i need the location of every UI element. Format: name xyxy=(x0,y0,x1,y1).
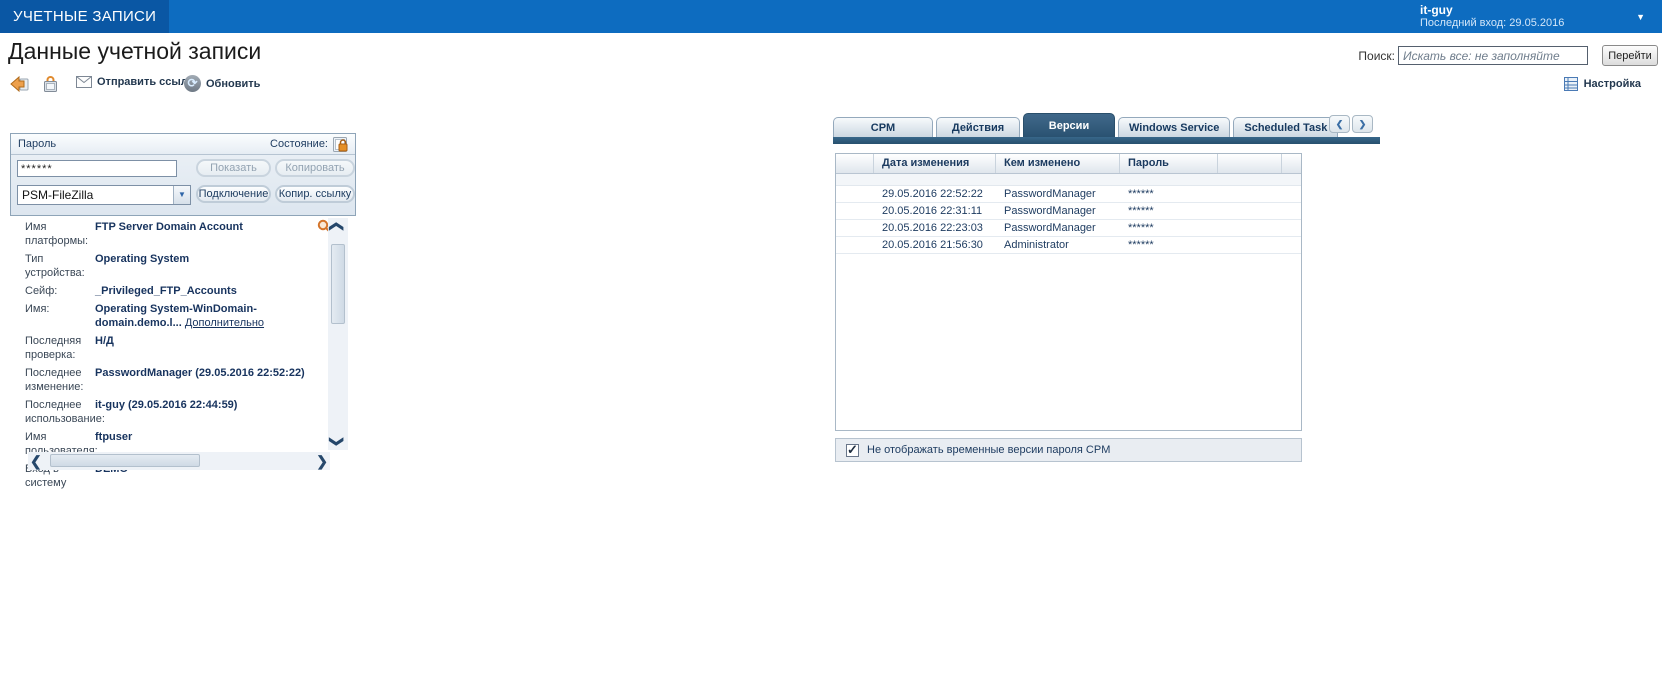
details-horizontal-scrollbar[interactable]: ❮ ❯ xyxy=(28,452,330,470)
detail-row-last-modified: Последнее изменение:PasswordManager (29.… xyxy=(25,367,305,393)
connection-select[interactable]: PSM-FileZilla ▼ xyxy=(17,185,191,205)
cpm-versions-filter: ✓ Не отображать временные версии пароля … xyxy=(835,438,1302,462)
settings-icon xyxy=(1563,77,1578,91)
top-navigation-bar: УЧЕТНЫЕ ЗАПИСИ it-guy Последний вход: 29… xyxy=(0,0,1662,33)
hide-temporary-versions-label: Не отображать временные версии пароля CP… xyxy=(867,444,1111,456)
send-link-button[interactable]: Отправить ссылку xyxy=(76,76,199,88)
scroll-right-icon[interactable]: ❯ xyxy=(316,453,328,470)
versions-table-header: Дата изменения Кем изменено Пароль xyxy=(836,154,1301,174)
back-button[interactable] xyxy=(10,76,29,93)
show-password-button[interactable]: Показать xyxy=(196,159,271,177)
account-details-list: Имя платформы:FTP Server Domain Account … xyxy=(10,218,331,492)
tab-versions[interactable]: Версии xyxy=(1023,113,1115,137)
copy-password-button[interactable]: Копировать xyxy=(275,159,355,177)
tabs-scroll-left-button[interactable]: ❮ xyxy=(1329,115,1350,133)
connect-button[interactable]: Подключение xyxy=(196,185,271,203)
header-cell-empty xyxy=(1218,154,1282,173)
version-row[interactable]: 20.05.2016 22:31:11 PasswordManager ****… xyxy=(836,203,1301,220)
header-cell-empty xyxy=(836,154,874,173)
home-button[interactable] xyxy=(42,76,59,93)
password-field[interactable] xyxy=(17,160,177,177)
detail-row-name: Имя: Operating System-WinDomain-domain.de… xyxy=(25,303,265,329)
vertical-scroll-thumb[interactable] xyxy=(331,244,345,324)
state-label: Состояние: xyxy=(270,138,328,150)
tab-cpm[interactable]: CPM xyxy=(833,117,933,137)
details-vertical-scrollbar[interactable]: ❮ ❯ xyxy=(328,218,348,450)
versions-table: Дата изменения Кем изменено Пароль 29.05… xyxy=(835,153,1302,431)
search-input[interactable] xyxy=(1398,46,1588,65)
user-menu[interactable]: it-guy Последний вход: 29.05.2016 xyxy=(1420,3,1564,30)
hide-temporary-versions-checkbox[interactable]: ✓ xyxy=(846,441,859,457)
active-tab-bar xyxy=(833,137,1380,144)
table-filter-strip xyxy=(836,174,1301,186)
header-cell-password[interactable]: Пароль xyxy=(1120,154,1218,173)
tab-actions[interactable]: Действия xyxy=(936,117,1020,137)
password-panel-title: Пароль xyxy=(18,138,57,150)
home-icon xyxy=(42,76,59,93)
refresh-button[interactable]: ⟳ Обновить xyxy=(184,75,260,92)
last-login-text: Последний вход: 29.05.2016 xyxy=(1420,17,1565,29)
horizontal-scroll-thumb[interactable] xyxy=(50,454,200,467)
state-locked-icon xyxy=(332,136,348,153)
tab-windows-service[interactable]: Windows Service xyxy=(1118,117,1231,137)
user-name: it-guy xyxy=(1420,3,1453,17)
section-title: УЧЕТНЫЕ ЗАПИСИ xyxy=(0,0,170,33)
connection-chevron-down-icon[interactable]: ▼ xyxy=(173,186,190,204)
page-title: Данные учетной записи xyxy=(8,38,262,64)
password-panel: Пароль Состояние: Показать Копировать PS… xyxy=(10,133,356,216)
header-cell-by[interactable]: Кем изменено xyxy=(996,154,1120,173)
refresh-label: Обновить xyxy=(206,77,261,90)
tab-strip: CPM Действия Версии Windows Service Sche… xyxy=(833,113,1380,137)
envelope-icon xyxy=(76,76,92,88)
detail-row-last-verified: Последняя проверка:Н/Д xyxy=(25,335,114,361)
checkbox-check-icon: ✓ xyxy=(847,441,858,457)
scroll-up-icon[interactable]: ❮ xyxy=(328,221,345,233)
detail-row-safe: Сейф: _Privileged_FTP_Accounts xyxy=(25,285,237,297)
scroll-down-icon[interactable]: ❯ xyxy=(328,436,345,448)
connection-selected-value: PSM-FileZilla xyxy=(22,188,94,202)
detail-row-platform: Имя платформы:FTP Server Domain Account xyxy=(25,221,243,247)
account-tabs-panel: CPM Действия Версии Windows Service Sche… xyxy=(833,113,1380,462)
version-row[interactable]: 20.05.2016 22:23:03 PasswordManager ****… xyxy=(836,220,1301,237)
search-go-button[interactable]: Перейти xyxy=(1602,45,1658,66)
user-menu-chevron-down-icon[interactable]: ▼ xyxy=(1636,12,1645,22)
search-label: Поиск: xyxy=(1358,49,1395,63)
scroll-left-icon[interactable]: ❮ xyxy=(30,453,42,470)
detail-row-device-type: Тип устройства:Operating System xyxy=(25,253,190,279)
header-cell-date[interactable]: Дата изменения xyxy=(874,154,996,173)
version-row[interactable]: 20.05.2016 21:56:30 Administrator ****** xyxy=(836,237,1301,254)
back-icon xyxy=(10,76,29,93)
settings-button[interactable]: Настройка xyxy=(1563,77,1641,91)
tab-scheduled-task[interactable]: Scheduled Task xyxy=(1233,117,1339,137)
version-row[interactable]: 29.05.2016 22:52:22 PasswordManager ****… xyxy=(836,186,1301,203)
detail-row-last-used: Последнее использование:it-guy (29.05.20… xyxy=(25,399,238,425)
settings-label: Настройка xyxy=(1583,78,1641,90)
refresh-icon: ⟳ xyxy=(184,75,201,92)
more-link[interactable]: Дополнительно xyxy=(185,317,264,329)
tabs-scroll-right-button[interactable]: ❯ xyxy=(1352,115,1373,133)
copy-link-button[interactable]: Копир. ссылку xyxy=(275,185,355,203)
header-cell-empty xyxy=(1282,154,1301,173)
